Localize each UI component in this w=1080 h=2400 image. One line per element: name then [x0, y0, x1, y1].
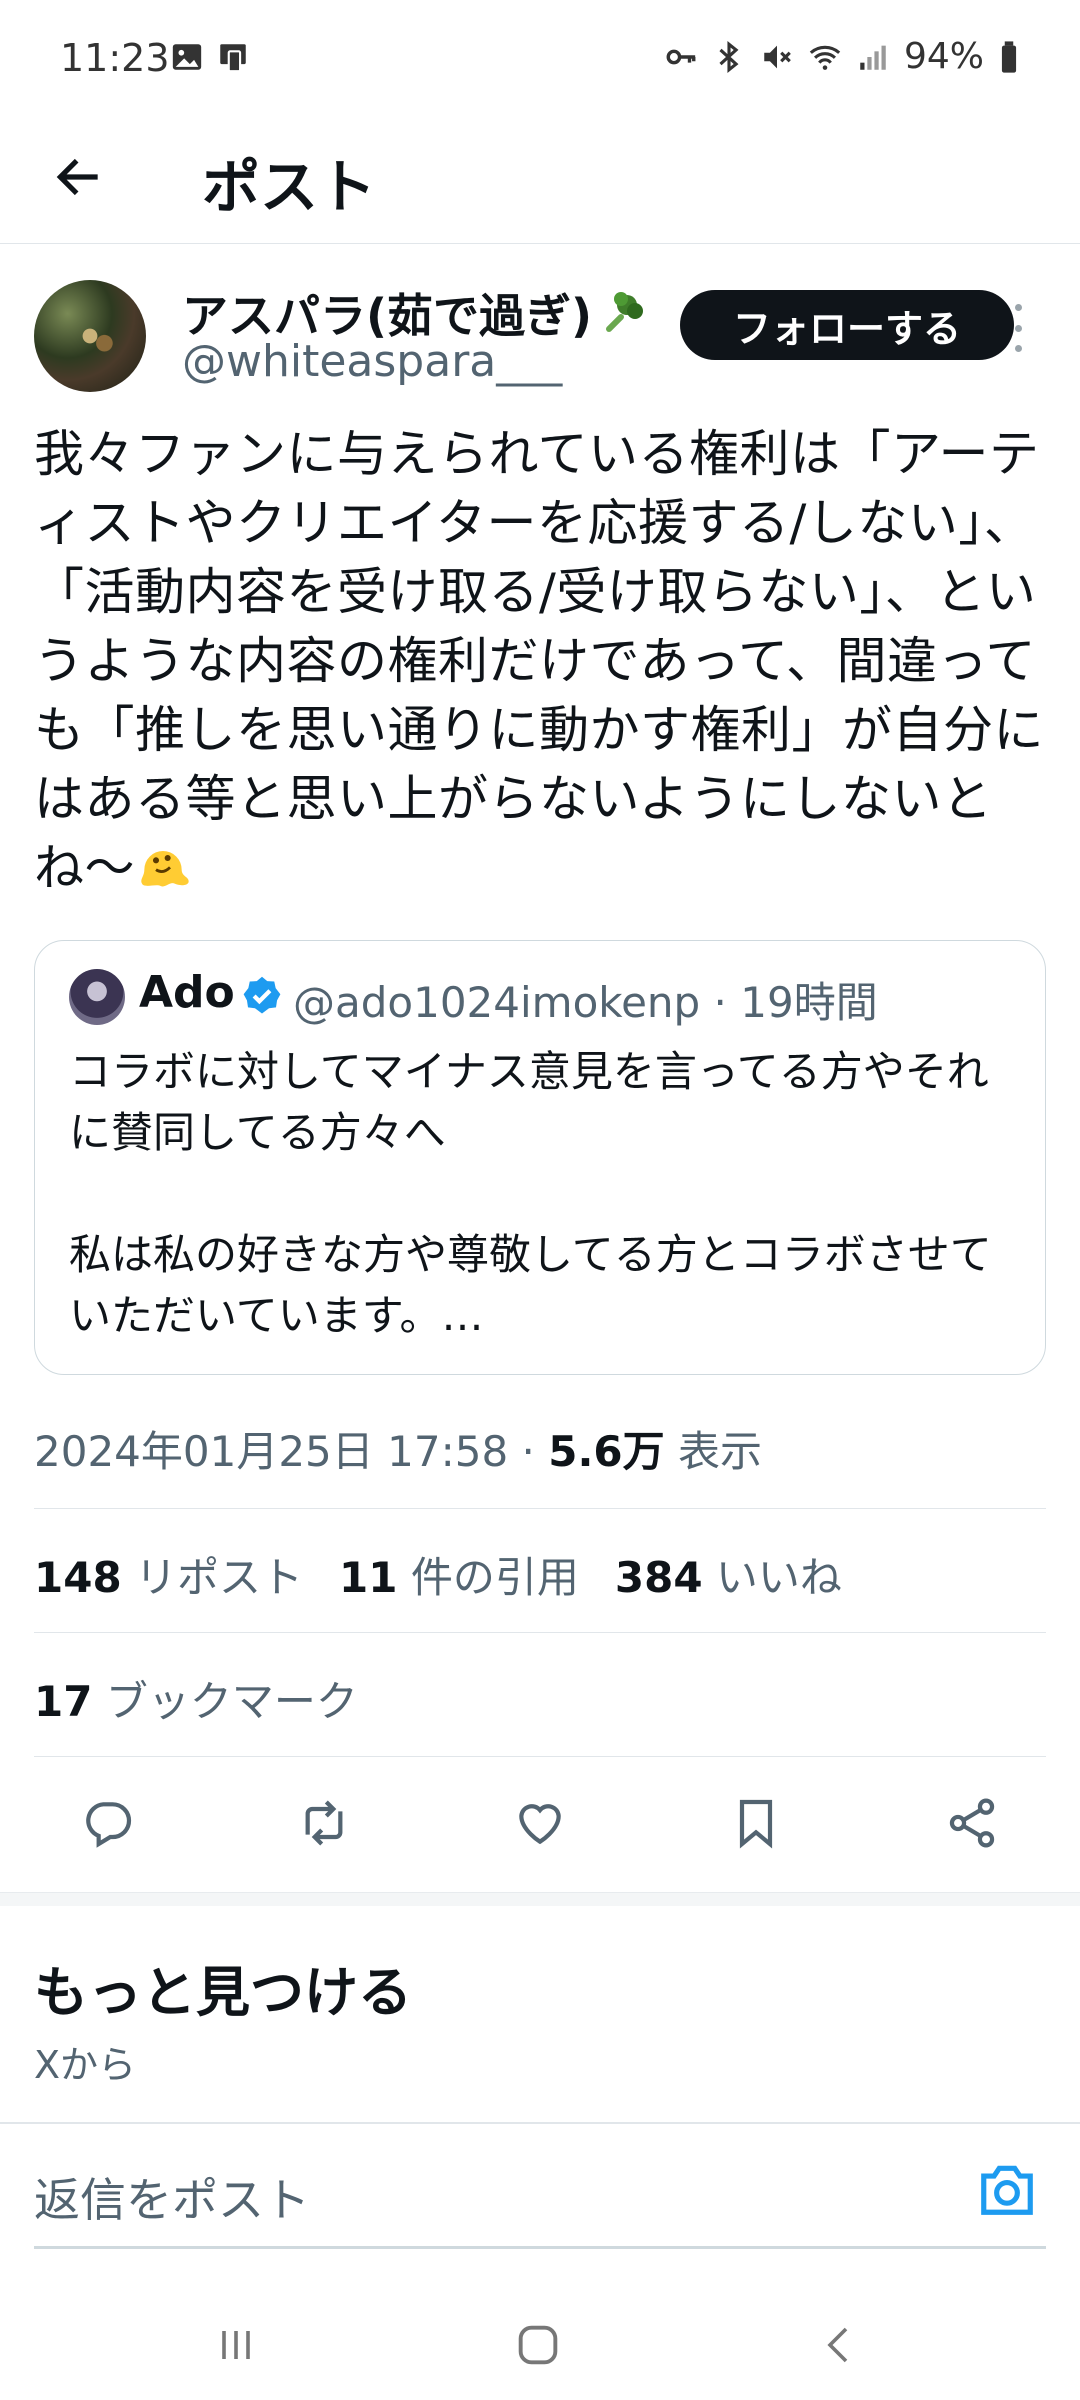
chevron-left-icon: [827, 2327, 848, 2363]
divider: [34, 1756, 1046, 1757]
views-label: 表示: [664, 1427, 762, 1476]
top-app-bar: ポスト: [0, 120, 1080, 244]
post-meta: 2024年01月25日 17:58 · 5.6万 表示: [34, 1418, 762, 1479]
arrow-left-icon: [56, 158, 98, 196]
system-back-button[interactable]: [800, 2310, 880, 2380]
reply-separator: [0, 2122, 1080, 2124]
quoted-handle-time: @ado1024imokenp · 19時間: [293, 978, 878, 1027]
divider: [34, 1632, 1046, 1633]
quoted-post[interactable]: Ado @ado1024imokenp · 19時間 コラボに対してマイナス意見…: [34, 940, 1046, 1375]
system-nav-bar: [0, 2280, 1080, 2400]
follow-button[interactable]: フォローする: [680, 290, 1014, 360]
share-button[interactable]: [932, 1780, 1012, 1866]
quoted-text: コラボに対してマイナス意見を言ってる方やそれに賛同してる方々へ 私は私の好きな方…: [69, 1047, 992, 1340]
status-time: 11:23: [60, 36, 170, 80]
more-options-button[interactable]: [1008, 304, 1028, 352]
camera-icon: [981, 2165, 1033, 2215]
home-button[interactable]: [498, 2310, 578, 2380]
heart-icon: [519, 1804, 561, 1845]
avatar[interactable]: [34, 280, 146, 392]
bluetooth-icon: [719, 40, 739, 73]
battery-percent: 94%: [903, 36, 984, 77]
mute-icon: [764, 45, 791, 68]
key-icon: [666, 49, 696, 64]
wifi-icon: [809, 45, 841, 70]
home-icon: [518, 2325, 558, 2365]
bookmarks-stat[interactable]: 17 ブックマーク: [34, 1668, 358, 1729]
quotes-stat[interactable]: 11 件の引用: [339, 1544, 579, 1605]
reposts-stat[interactable]: 148 リポスト: [34, 1544, 303, 1605]
likes-stat[interactable]: 384 いいね: [615, 1544, 842, 1605]
reply-button[interactable]: [68, 1780, 148, 1866]
gallery-icon: [172, 44, 202, 70]
views-count: 5.6万: [548, 1427, 665, 1476]
post-timestamp: 2024年01月25日 17:58 ·: [34, 1427, 549, 1476]
like-button[interactable]: [500, 1780, 580, 1866]
status-bar: 11:23 94%: [0, 0, 1080, 120]
author-handle[interactable]: @whiteaspara___: [182, 336, 562, 387]
signal-icon: [860, 45, 886, 70]
recent-apps-icon: [222, 2331, 250, 2359]
repost-icon: [305, 1800, 343, 1846]
post-text: 我々ファンに与えられている権利は「アーティストやクリエイターを応援する/しない」…: [34, 425, 1044, 897]
discover-title: もっと見つける: [34, 1961, 412, 2024]
section-separator: [0, 1892, 1080, 1906]
bookmark-button[interactable]: [716, 1780, 796, 1866]
divider: [34, 1508, 1046, 1509]
camera-button[interactable]: [976, 2160, 1046, 2226]
reply-underline: [34, 2246, 1046, 2249]
broccoli-icon: [606, 292, 644, 332]
recent-apps-button[interactable]: [196, 2310, 276, 2380]
action-bar: [0, 1780, 1080, 1866]
engagement-stats: 148 リポスト 11 件の引用 384 いいね: [34, 1544, 842, 1605]
quoted-avatar: [69, 969, 125, 1025]
screen-cast-icon: [220, 44, 246, 73]
back-button[interactable]: [44, 142, 114, 212]
share-icon: [949, 1798, 995, 1848]
battery-icon: [1001, 40, 1017, 73]
quoted-author-name: Ado: [139, 967, 235, 1018]
reply-icon: [86, 1802, 132, 1848]
melting-face-icon: [141, 851, 189, 887]
page-title: ポスト: [202, 153, 377, 221]
verified-badge-icon: [243, 976, 281, 1014]
discover-subtitle: Xから: [34, 2043, 137, 2087]
reply-input[interactable]: 返信をポスト: [34, 2164, 310, 2230]
bookmark-icon: [739, 1799, 773, 1849]
repost-button[interactable]: [284, 1780, 364, 1866]
